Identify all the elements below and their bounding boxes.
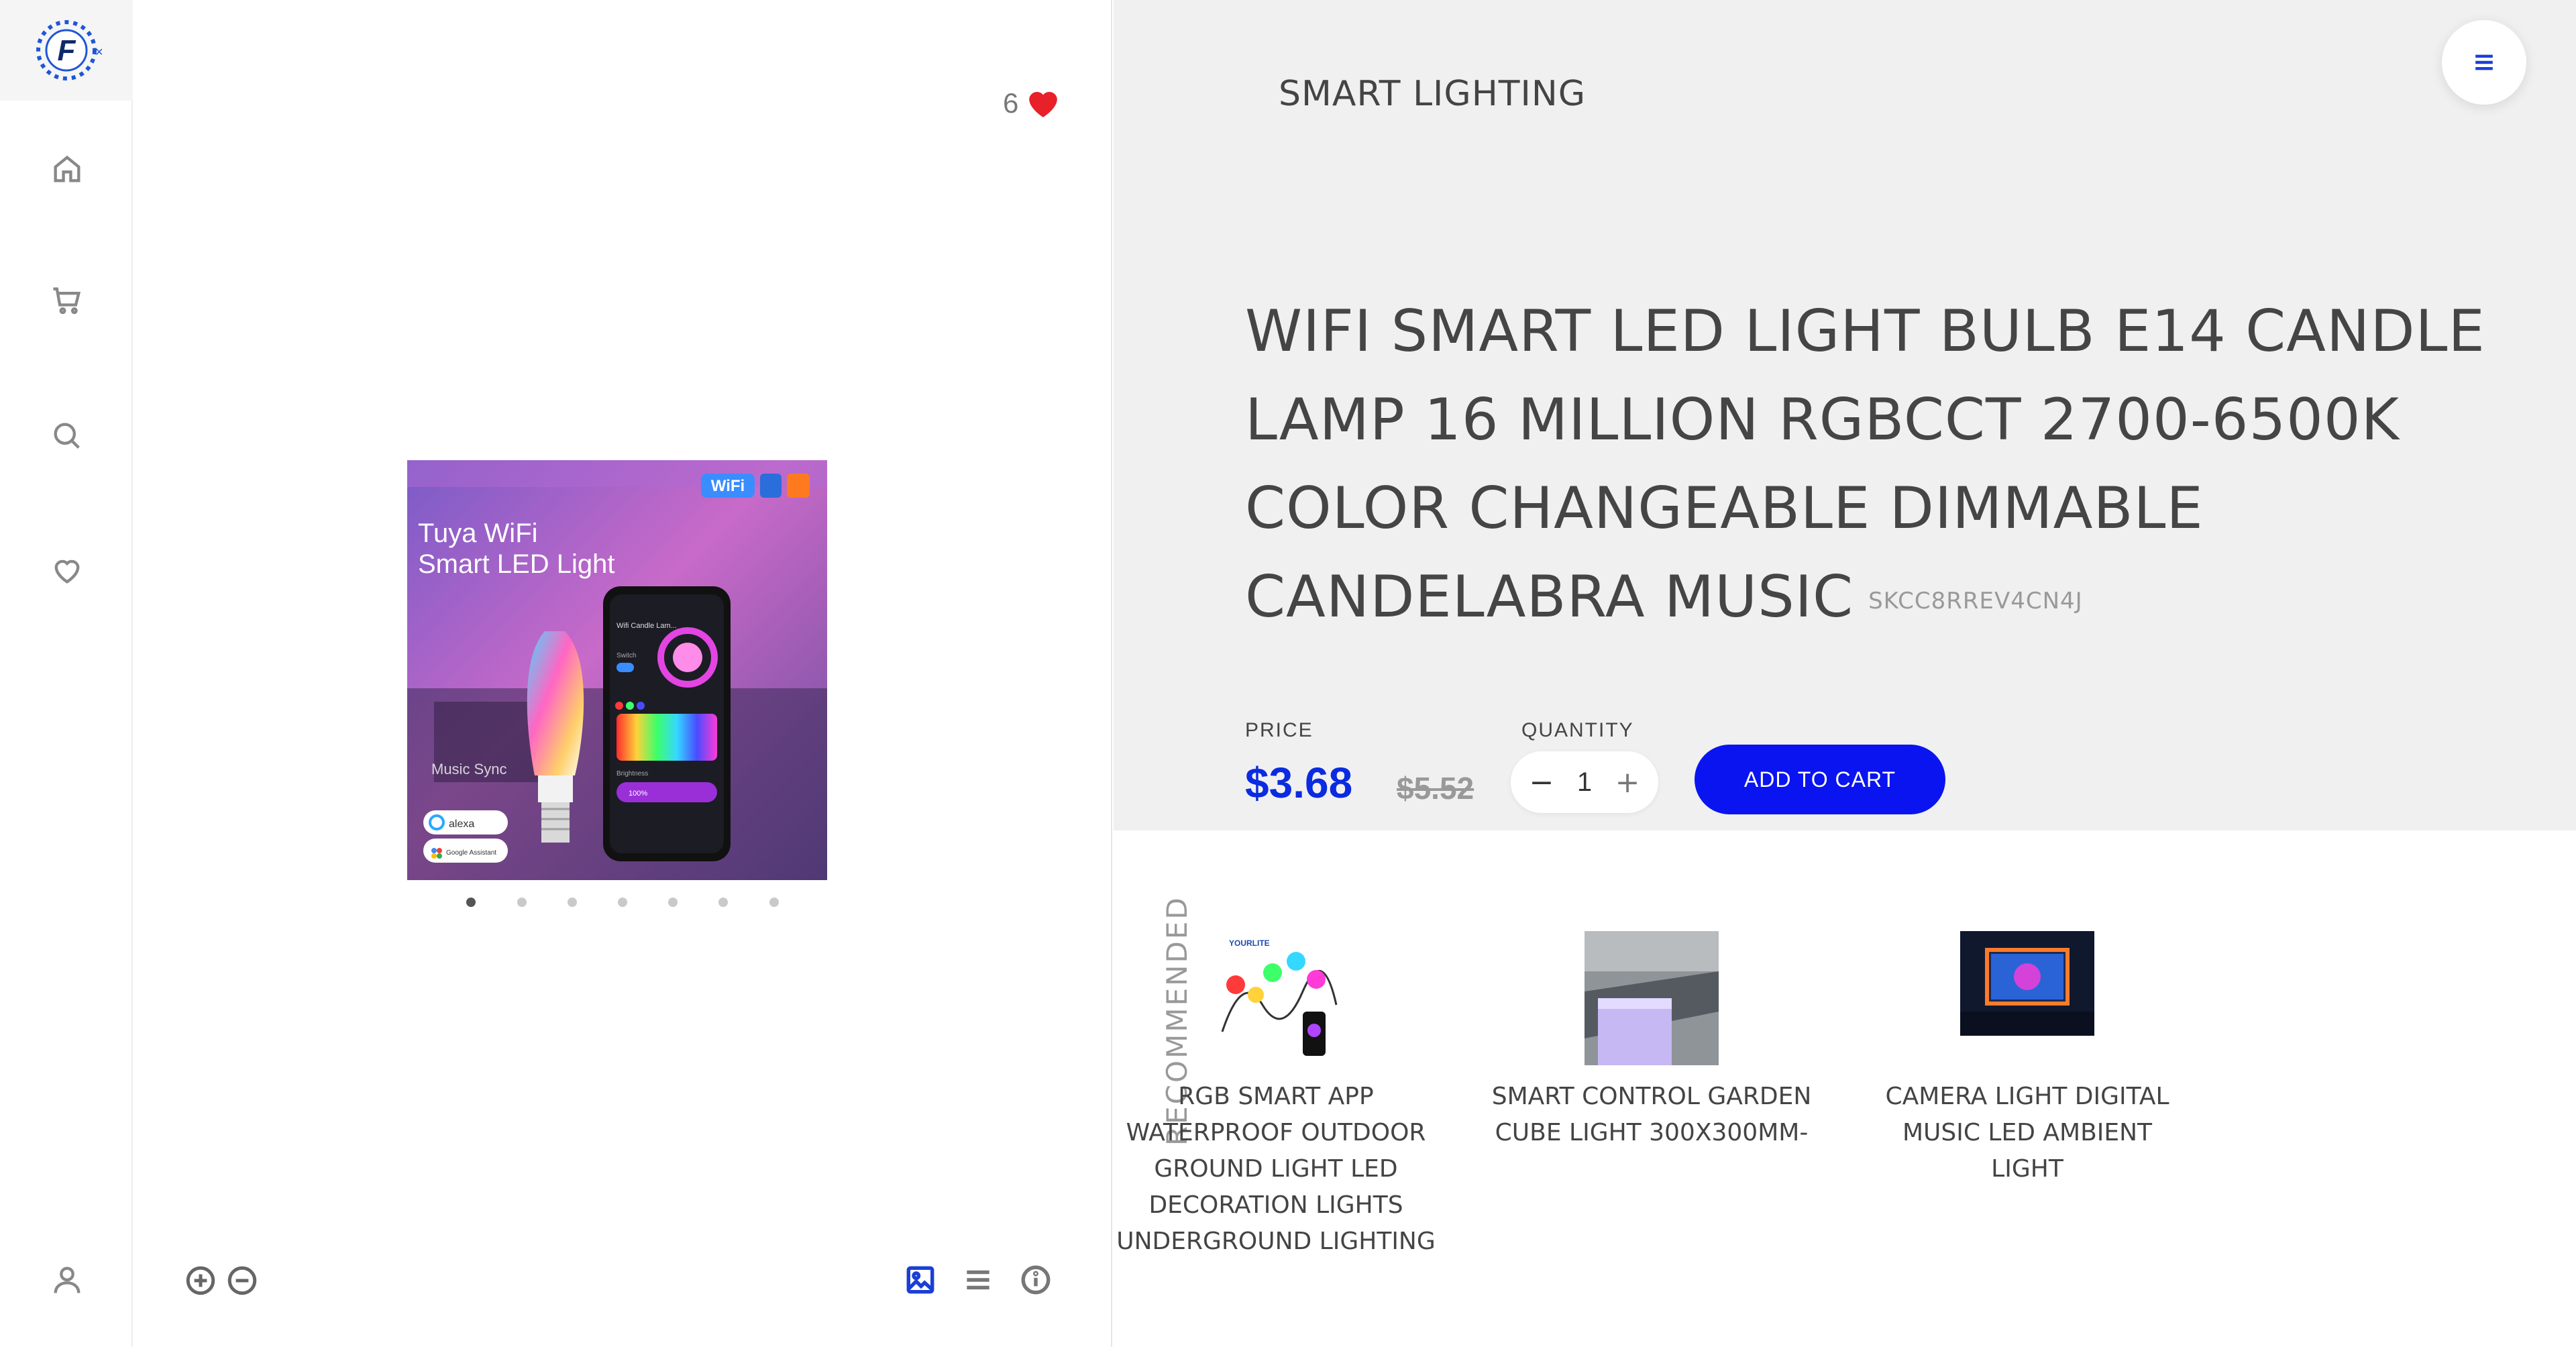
zoom-out-icon: [227, 1266, 257, 1295]
product-title-text: WIFI SMART LED LIGHT BULB E14 CANDLE LAM…: [1245, 298, 2485, 631]
logo[interactable]: F ×: [0, 0, 133, 101]
heart-icon: [54, 559, 80, 584]
svg-text:Wifi Candle Lam...: Wifi Candle Lam...: [616, 622, 677, 630]
list-icon: [967, 1270, 989, 1290]
sidebar: F ×: [0, 0, 133, 1347]
quantity-input[interactable]: [1561, 767, 1608, 798]
carousel-dot[interactable]: [769, 898, 779, 907]
product-title: WIFI SMART LED LIGHT BULB E14 CANDLE LAM…: [1245, 287, 2520, 645]
nav-account-button[interactable]: [43, 1256, 91, 1304]
like-button[interactable]: 6: [1003, 87, 1060, 119]
nav-cart-button[interactable]: [43, 276, 91, 325]
recommended-item-name: CAMERA LIGHT DIGITAL MUSIC LED AMBIENT L…: [1885, 1083, 2169, 1183]
svg-text:F: F: [58, 34, 76, 67]
recommended-section: RECOMMENDED YOURLITE RGB SMART APP WATER…: [1114, 830, 2576, 1347]
like-count: 6: [1003, 87, 1019, 119]
svg-text:Smart LED Light: Smart LED Light: [418, 549, 614, 579]
search-icon: [54, 423, 80, 449]
increase-quantity-button[interactable]: +: [1613, 765, 1642, 800]
zoom-out-button[interactable]: [225, 1264, 259, 1297]
view-list-button[interactable]: [959, 1261, 997, 1299]
cart-icon: [53, 287, 81, 315]
recommended-item-image: [1960, 931, 2094, 1065]
svg-text:WiFi: WiFi: [711, 477, 745, 495]
product-details: SMART LIGHTING WIFI SMART LED LIGHT BULB…: [1114, 0, 2576, 830]
svg-text:100%: 100%: [629, 790, 647, 798]
recommended-item-image: YOURLITE: [1209, 931, 1343, 1065]
svg-text:Google Assistant: Google Assistant: [446, 849, 496, 857]
recommended-item[interactable]: CAMERA LIGHT DIGITAL MUSIC LED AMBIENT L…: [1866, 931, 2188, 1187]
nav-wishlist-button[interactable]: [43, 546, 91, 594]
nav-search-button[interactable]: [43, 412, 91, 460]
quantity-label: QUANTITY: [1521, 719, 1634, 741]
carousel-dot[interactable]: [618, 898, 627, 907]
recommended-item-image: [1585, 931, 1719, 1065]
product-main-image[interactable]: WiFi Tuya WiFi Smart LED Light Wifi Cand…: [407, 460, 827, 880]
view-info-button[interactable]: [1017, 1261, 1055, 1299]
svg-text:Brightness: Brightness: [616, 770, 648, 777]
price-label: PRICE: [1245, 719, 1313, 741]
add-to-cart-button[interactable]: ADD TO CART: [1695, 745, 1945, 814]
carousel-dot[interactable]: [517, 898, 527, 907]
svg-text:Switch: Switch: [616, 652, 636, 659]
info-icon: [1021, 1265, 1051, 1295]
carousel-dot[interactable]: [668, 898, 678, 907]
menu-button[interactable]: [2442, 20, 2526, 105]
logo-icon: F ×: [36, 20, 103, 80]
quantity-stepper: − +: [1511, 751, 1658, 813]
decrease-quantity-button[interactable]: −: [1527, 765, 1556, 800]
carousel-dot[interactable]: [466, 898, 476, 907]
home-icon: [54, 155, 80, 182]
image-icon: [906, 1266, 934, 1294]
user-icon: [54, 1267, 80, 1293]
product-gallery: 6 WiFi Tuya WiFi Smart LED Light Wifi Ca…: [134, 0, 1112, 1347]
recommended-item-name: SMART CONTROL GARDEN CUBE LIGHT 300X300M…: [1491, 1083, 1812, 1146]
original-price: $5.52: [1397, 771, 1474, 806]
svg-text:alexa: alexa: [449, 818, 474, 830]
carousel-dot[interactable]: [718, 898, 728, 907]
svg-text:Music Sync: Music Sync: [431, 761, 506, 777]
image-carousel-dots: [466, 898, 802, 911]
svg-text:Tuya WiFi: Tuya WiFi: [418, 519, 538, 548]
zoom-in-button[interactable]: [184, 1264, 217, 1297]
nav-home-button[interactable]: [43, 145, 91, 193]
product-photo: WiFi Tuya WiFi Smart LED Light Wifi Cand…: [407, 460, 827, 880]
recommended-item[interactable]: YOURLITE RGB SMART APP WATERPROOF OUTDOO…: [1115, 931, 1437, 1260]
recommended-item-name: RGB SMART APP WATERPROOF OUTDOOR GROUND …: [1116, 1083, 1436, 1255]
svg-text:×: ×: [95, 45, 103, 60]
current-price: $3.68: [1245, 759, 1353, 807]
product-category[interactable]: SMART LIGHTING: [1279, 74, 1586, 114]
view-image-button[interactable]: [902, 1261, 939, 1299]
product-sku: SKCC8RREV4CN4J: [1868, 587, 2083, 614]
zoom-in-icon: [186, 1266, 215, 1295]
carousel-dot[interactable]: [568, 898, 577, 907]
recommended-item[interactable]: SMART CONTROL GARDEN CUBE LIGHT 300X300M…: [1491, 931, 1813, 1151]
svg-text:YOURLITE: YOURLITE: [1229, 938, 1270, 948]
heart-filled-icon: [1029, 92, 1058, 117]
hamburger-icon: [2475, 54, 2493, 70]
